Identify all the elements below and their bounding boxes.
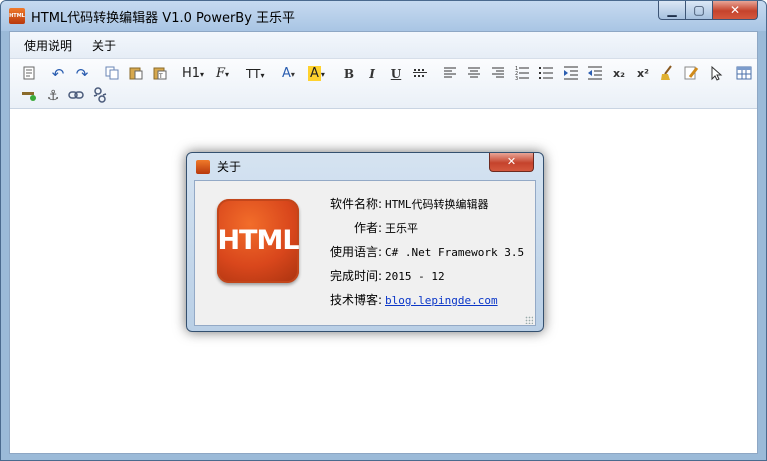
title-bar[interactable]: HTML HTML代码转换编辑器 V1.0 PowerBy 王乐平 ▁ ▢ ✕ [1,1,766,31]
app-icon: HTML [9,8,25,24]
anchor-icon[interactable]: ⚓ [44,87,62,105]
highlight-color-icon[interactable]: A ▾ [308,65,325,83]
info-row-completion-date: 完成时间: 2015 - 12 [321,267,445,285]
about-dialog: 关于 ✕ HTML 软件名称: HTML代码转换编辑器 作者: 王乐平 使用语言: C… [186,152,544,332]
about-close-button[interactable]: ✕ [489,153,534,172]
info-row-blog: 技术博客: blog.lepingde.com [321,291,498,309]
format-painter-icon[interactable] [682,65,700,83]
align-left-icon[interactable] [441,65,459,83]
info-value: 王乐平 [385,222,418,235]
bold-icon[interactable]: B [340,65,358,83]
clear-format-icon[interactable] [658,65,676,83]
unordered-list-icon[interactable] [537,65,555,83]
heading-label: H1 [182,66,201,81]
info-label: 作者: [353,221,382,235]
menu-item-about[interactable]: 关于 [92,37,116,54]
resize-grip[interactable] [525,316,533,324]
align-center-icon[interactable] [465,65,483,83]
superscript-icon[interactable]: x² [634,65,652,83]
info-row-language: 使用语言: C# .Net Framework 3.5 [321,243,524,261]
editor-toolbar: ↶ ↷ T H1▾ F▾ TT▾ A▾ A ▾ B I U 1 2 3 x₂ x… [10,59,757,109]
ordered-list-icon[interactable]: 123 [513,65,531,83]
strikethrough-icon[interactable] [411,65,429,83]
info-label: 软件名称: [329,197,382,211]
font-size-icon[interactable]: TT▾ [246,65,264,83]
info-row-software-name: 软件名称: HTML代码转换编辑器 [321,195,489,213]
table-icon[interactable] [735,65,753,83]
info-value: HTML代码转换编辑器 [385,198,489,211]
highlight-color-label: A [308,66,321,81]
underline-icon[interactable]: U [387,65,405,83]
close-button[interactable]: ✕ [712,1,758,20]
horizontal-rule-icon[interactable] [20,87,38,105]
font-size-label: TT [246,67,261,81]
close-icon: ✕ [506,155,517,168]
menu-item-help[interactable]: 使用说明 [24,37,72,54]
heading-icon[interactable]: H1▾ [182,65,204,83]
copy-icon[interactable] [103,65,121,83]
close-icon: ✕ [729,3,741,17]
about-content: HTML 软件名称: HTML代码转换编辑器 作者: 王乐平 使用语言: C# .Ne… [194,180,536,326]
outdent-icon[interactable] [586,65,604,83]
source-icon[interactable] [20,65,38,83]
window-title: HTML代码转换编辑器 V1.0 PowerBy 王乐平 [31,11,296,26]
svg-text:3: 3 [515,76,518,81]
link-icon[interactable] [67,87,85,105]
subscript-icon[interactable]: x₂ [610,65,628,83]
redo-icon[interactable]: ↷ [73,65,91,83]
font-family-label: F [216,66,226,81]
align-right-icon[interactable] [489,65,507,83]
about-app-icon [196,160,210,174]
info-label: 技术博客: [329,293,382,307]
select-icon[interactable] [707,65,725,83]
info-label: 使用语言: [329,245,382,259]
menu-bar: 使用说明 关于 [10,32,757,59]
minimize-icon: ▁ [667,3,677,17]
undo-icon[interactable]: ↶ [49,65,67,83]
font-family-icon[interactable]: F▾ [216,65,229,83]
italic-icon[interactable]: I [363,65,381,83]
paste-icon[interactable] [127,65,145,83]
minimize-button[interactable]: ▁ [658,1,686,20]
about-dialog-title: 关于 [217,160,242,174]
font-color-icon[interactable]: A▾ [282,65,295,83]
indent-icon[interactable] [562,65,580,83]
svg-text:T: T [158,73,163,80]
blog-link[interactable]: blog.lepingde.com [385,294,498,307]
unlink-icon[interactable] [91,87,109,105]
info-label: 完成时间: [329,269,382,283]
font-color-label: A [282,66,291,81]
paste-text-icon[interactable]: T [151,65,169,83]
maximize-icon: ▢ [693,3,705,17]
info-row-author: 作者: 王乐平 [321,219,418,237]
maximize-button[interactable]: ▢ [685,1,713,20]
html-logo: HTML [217,199,300,283]
info-value: C# .Net Framework 3.5 [385,246,525,259]
info-value: 2015 - 12 [385,270,445,283]
